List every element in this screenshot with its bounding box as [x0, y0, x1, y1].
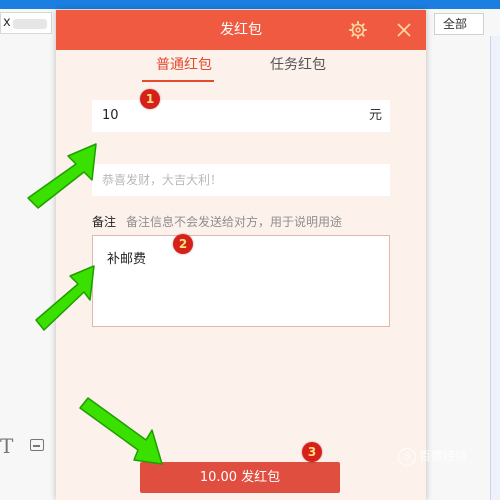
- left-search-text: x: [3, 15, 11, 30]
- app-title-bar: [0, 0, 500, 9]
- amount-input[interactable]: 10 元: [92, 100, 390, 132]
- image-icon[interactable]: [30, 439, 44, 451]
- watermark: S 百度经验: [398, 443, 480, 469]
- amount-unit: 元: [368, 108, 382, 123]
- step-badge-2: 2: [173, 234, 193, 254]
- left-panel: [0, 9, 56, 500]
- amount-value: 10: [102, 108, 119, 123]
- packet-type-tabs: 普通红包 任务红包: [56, 52, 426, 86]
- active-tab-underline: [142, 80, 214, 82]
- greeting-field: [92, 164, 390, 196]
- settings-icon[interactable]: [348, 20, 368, 40]
- arrow-pointer-icon: [35, 265, 95, 331]
- remark-hint: 备注信息不会发送给对方，用于说明用途: [126, 215, 343, 229]
- tab-normal-packet[interactable]: 普通红包: [154, 52, 214, 78]
- filter-all-button[interactable]: 全部: [434, 13, 484, 35]
- arrow-pointer-icon: [27, 143, 97, 209]
- text-format-icon[interactable]: T: [0, 434, 13, 458]
- dialog-header: 发红包: [56, 10, 426, 50]
- tab-task-packet[interactable]: 任务红包: [268, 52, 328, 78]
- right-panel: [426, 9, 500, 500]
- left-search-field[interactable]: x: [0, 12, 52, 34]
- remark-textarea[interactable]: 补邮费: [92, 235, 390, 327]
- arrow-pointer-icon: [79, 397, 163, 465]
- dialog-title: 发红包: [220, 22, 262, 38]
- watermark-text: 百度经验: [419, 449, 468, 463]
- watermark-circle: S: [398, 447, 416, 466]
- left-search-blur: [13, 19, 47, 29]
- close-icon[interactable]: [394, 20, 414, 40]
- step-badge-1: 1: [140, 89, 160, 109]
- send-red-packet-button[interactable]: 10.00 发红包: [140, 462, 340, 493]
- remark-label: 备注: [92, 215, 117, 229]
- greeting-input[interactable]: [92, 164, 390, 196]
- remark-text: 补邮费: [107, 252, 147, 267]
- right-scroll-edge: [490, 36, 500, 500]
- step-badge-3: 3: [302, 442, 322, 462]
